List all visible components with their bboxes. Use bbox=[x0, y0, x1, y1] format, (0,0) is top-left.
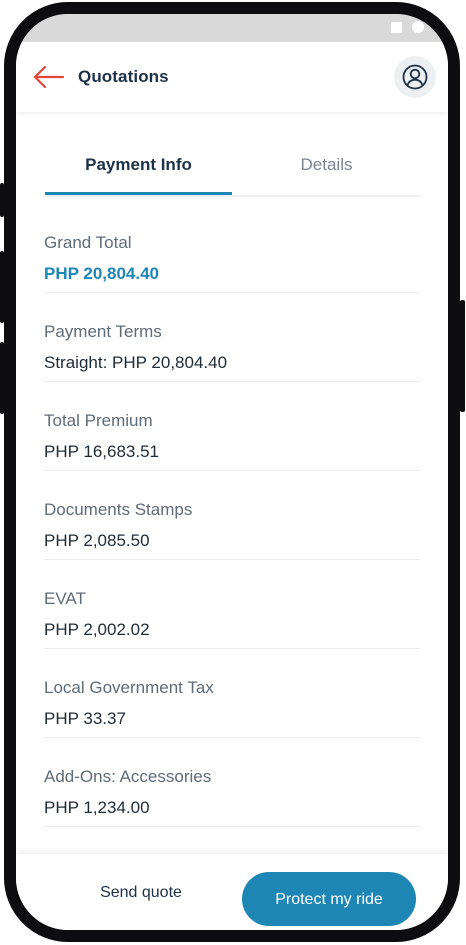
back-button[interactable] bbox=[32, 64, 66, 90]
arrow-left-icon bbox=[33, 65, 65, 89]
field-add-ons-accessories: Add-Ons: Accessories PHP 1,234.00 bbox=[44, 738, 420, 827]
app-bar: Quotations bbox=[16, 42, 448, 112]
circle-icon bbox=[412, 21, 424, 33]
field-label: Documents Stamps bbox=[44, 500, 193, 519]
field-grand-total: Grand Total PHP 20,804.40 bbox=[44, 204, 420, 293]
field-label: Payment Terms bbox=[44, 322, 162, 341]
tab-details[interactable]: Details bbox=[233, 149, 420, 195]
field-evat: EVAT PHP 2,002.02 bbox=[44, 560, 420, 649]
side-button-right-power bbox=[460, 300, 465, 412]
square-icon bbox=[391, 22, 402, 33]
tab-payment-info[interactable]: Payment Info bbox=[45, 149, 232, 195]
phone-frame: Quotations Payment Info Details Grand To… bbox=[4, 2, 460, 942]
field-total-premium: Total Premium PHP 16,683.51 bbox=[44, 382, 420, 471]
field-value: PHP 2,002.02 bbox=[44, 620, 150, 639]
field-value: PHP 20,804.40 bbox=[44, 264, 159, 283]
field-value: Straight: PHP 20,804.40 bbox=[44, 353, 228, 372]
field-payment-terms: Payment Terms Straight: PHP 20,804.40 bbox=[44, 293, 420, 382]
send-quote-button[interactable]: Send quote bbox=[66, 874, 216, 910]
tab-bar: Payment Info Details bbox=[45, 149, 420, 197]
field-value: PHP 16,683.51 bbox=[44, 442, 159, 461]
field-value: PHP 1,234.00 bbox=[44, 798, 150, 817]
status-bar bbox=[16, 14, 448, 42]
field-label: Total Premium bbox=[44, 411, 153, 430]
field-label: EVAT bbox=[44, 589, 86, 608]
field-local-government-tax: Local Government Tax PHP 33.37 bbox=[44, 649, 420, 738]
field-value: PHP 2,085.50 bbox=[44, 531, 150, 550]
protect-my-ride-button[interactable]: Protect my ride bbox=[242, 872, 416, 926]
user-circle-icon bbox=[402, 64, 428, 90]
field-label: Add-Ons: Accessories bbox=[44, 767, 212, 786]
profile-button[interactable] bbox=[394, 56, 436, 98]
bottom-action-bar: Send quote Protect my ride bbox=[16, 854, 448, 930]
field-label: Local Government Tax bbox=[44, 678, 214, 697]
payment-info-list: Grand Total PHP 20,804.40 Payment Terms … bbox=[44, 204, 420, 916]
field-documents-stamps: Documents Stamps PHP 2,085.50 bbox=[44, 471, 420, 560]
field-label: Grand Total bbox=[44, 233, 132, 252]
field-value: PHP 33.37 bbox=[44, 709, 126, 728]
page-title: Quotations bbox=[78, 67, 169, 86]
